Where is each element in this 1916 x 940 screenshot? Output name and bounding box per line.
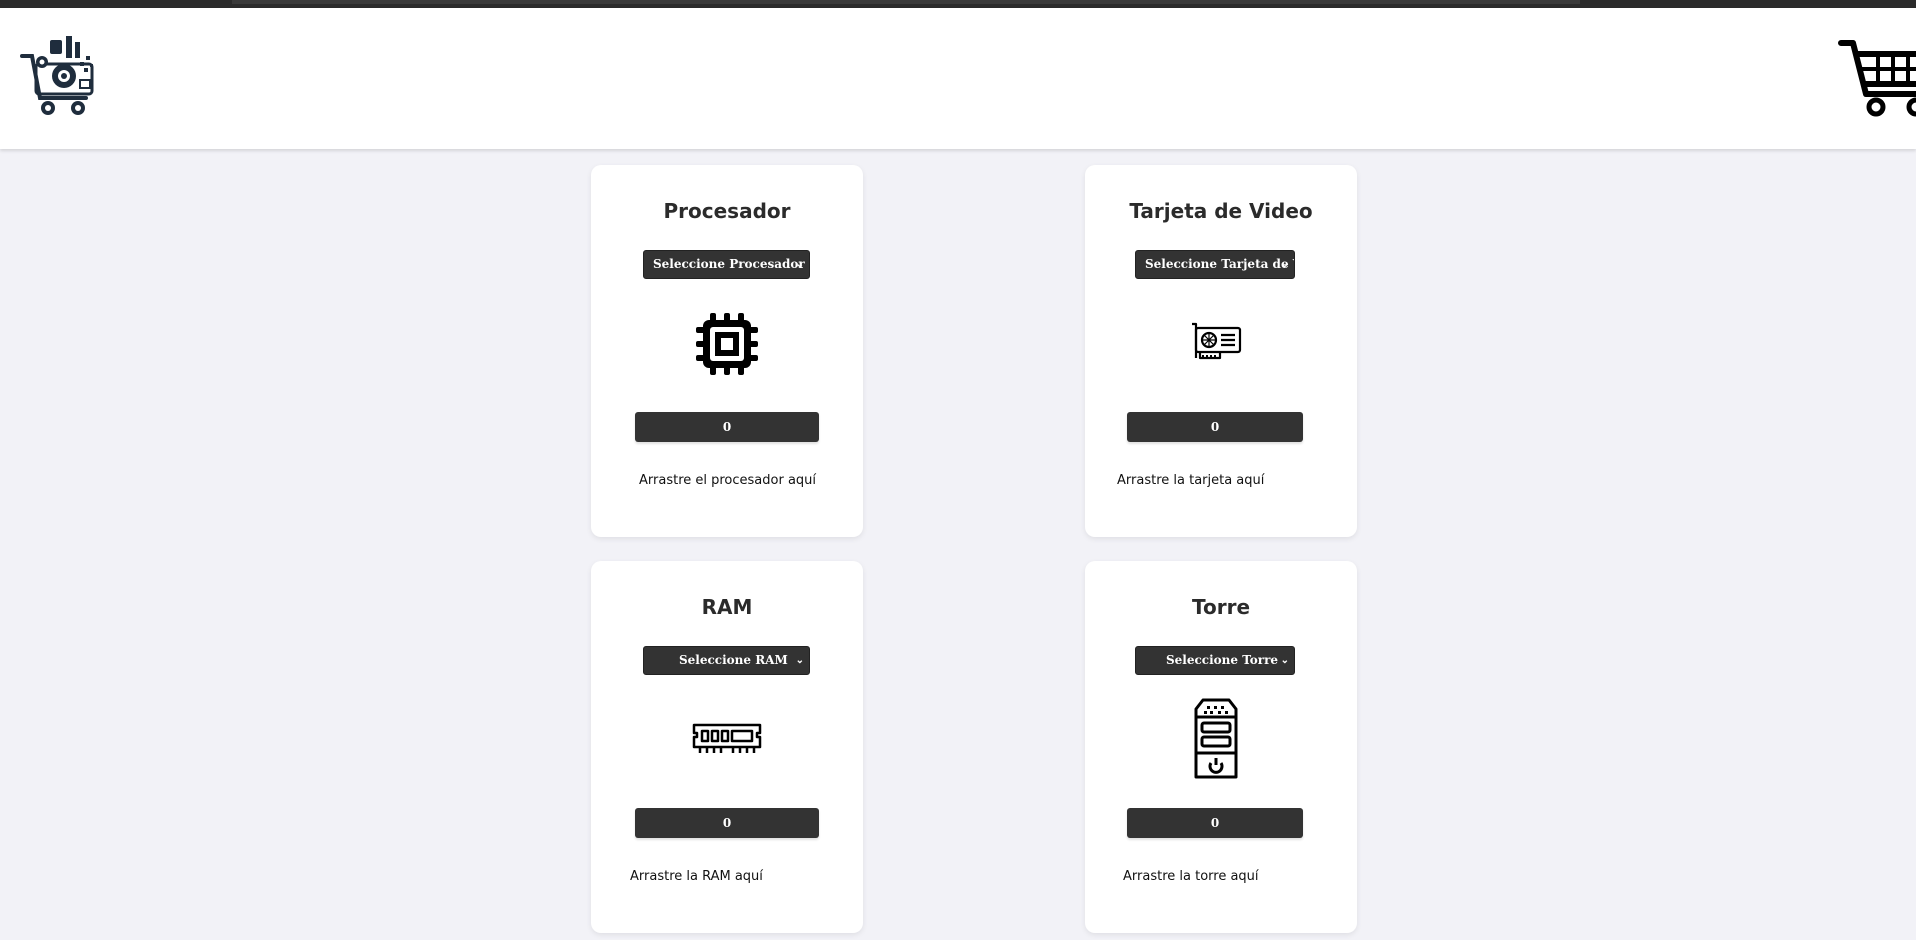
chevron-down-icon: ⌄	[1280, 259, 1289, 270]
cart-button-icon[interactable]	[1838, 38, 1916, 120]
card-tarjeta-video[interactable]: Tarjeta de Video Seleccione Tarjeta de V…	[1085, 165, 1357, 537]
site-header	[0, 8, 1916, 149]
pc-tower-icon	[1194, 698, 1238, 779]
select-value: Seleccione RAM	[679, 653, 788, 667]
browser-top-strip-inner	[232, 0, 1580, 4]
card-title: Torre	[1191, 595, 1251, 619]
card-ram[interactable]: RAM Seleccione RAM ⌄ 0 Arrastre la RAM a…	[591, 561, 863, 933]
quantity-display[interactable]: 0	[635, 412, 819, 442]
drop-zone-text: Arrastre la tarjeta aquí	[1117, 473, 1265, 488]
quantity-display[interactable]: 0	[1127, 808, 1303, 838]
card-procesador[interactable]: Procesador Seleccione Procesador ⌄ 0 Arr…	[591, 165, 863, 537]
graphics-card-icon	[1192, 322, 1242, 360]
select-value: Seleccione Torre	[1166, 653, 1279, 667]
quantity-display[interactable]: 0	[635, 808, 819, 838]
card-title: Procesador	[663, 199, 791, 223]
logo-cart-icon[interactable]	[20, 34, 98, 120]
browser-top-strip	[0, 0, 1916, 8]
ram-module-icon	[692, 723, 762, 753]
drop-zone-text: Arrastre la RAM aquí	[630, 869, 763, 884]
select-ram[interactable]: Seleccione RAM ⌄	[643, 646, 810, 675]
quantity-display[interactable]: 0	[1127, 412, 1303, 442]
chevron-down-icon: ⌄	[795, 259, 804, 270]
card-torre[interactable]: Torre Seleccione Torre ⌄ 0 Arrastre la t…	[1085, 561, 1357, 933]
drop-zone-text: Arrastre el procesador aquí	[639, 473, 817, 488]
select-value: Seleccione Procesador	[653, 257, 805, 271]
select-value: Seleccione Tarjeta de Video	[1145, 257, 1294, 271]
select-tarjeta-video[interactable]: Seleccione Tarjeta de Video ⌄	[1135, 250, 1295, 279]
cpu-chip-icon	[696, 313, 758, 375]
card-title: Tarjeta de Video	[1129, 199, 1313, 223]
chevron-down-icon: ⌄	[1280, 655, 1289, 666]
drop-zone-text: Arrastre la torre aquí	[1123, 869, 1259, 884]
card-title: RAM	[701, 595, 753, 619]
chevron-down-icon: ⌄	[795, 655, 804, 666]
select-torre[interactable]: Seleccione Torre ⌄	[1135, 646, 1295, 675]
select-procesador[interactable]: Seleccione Procesador ⌄	[643, 250, 810, 279]
